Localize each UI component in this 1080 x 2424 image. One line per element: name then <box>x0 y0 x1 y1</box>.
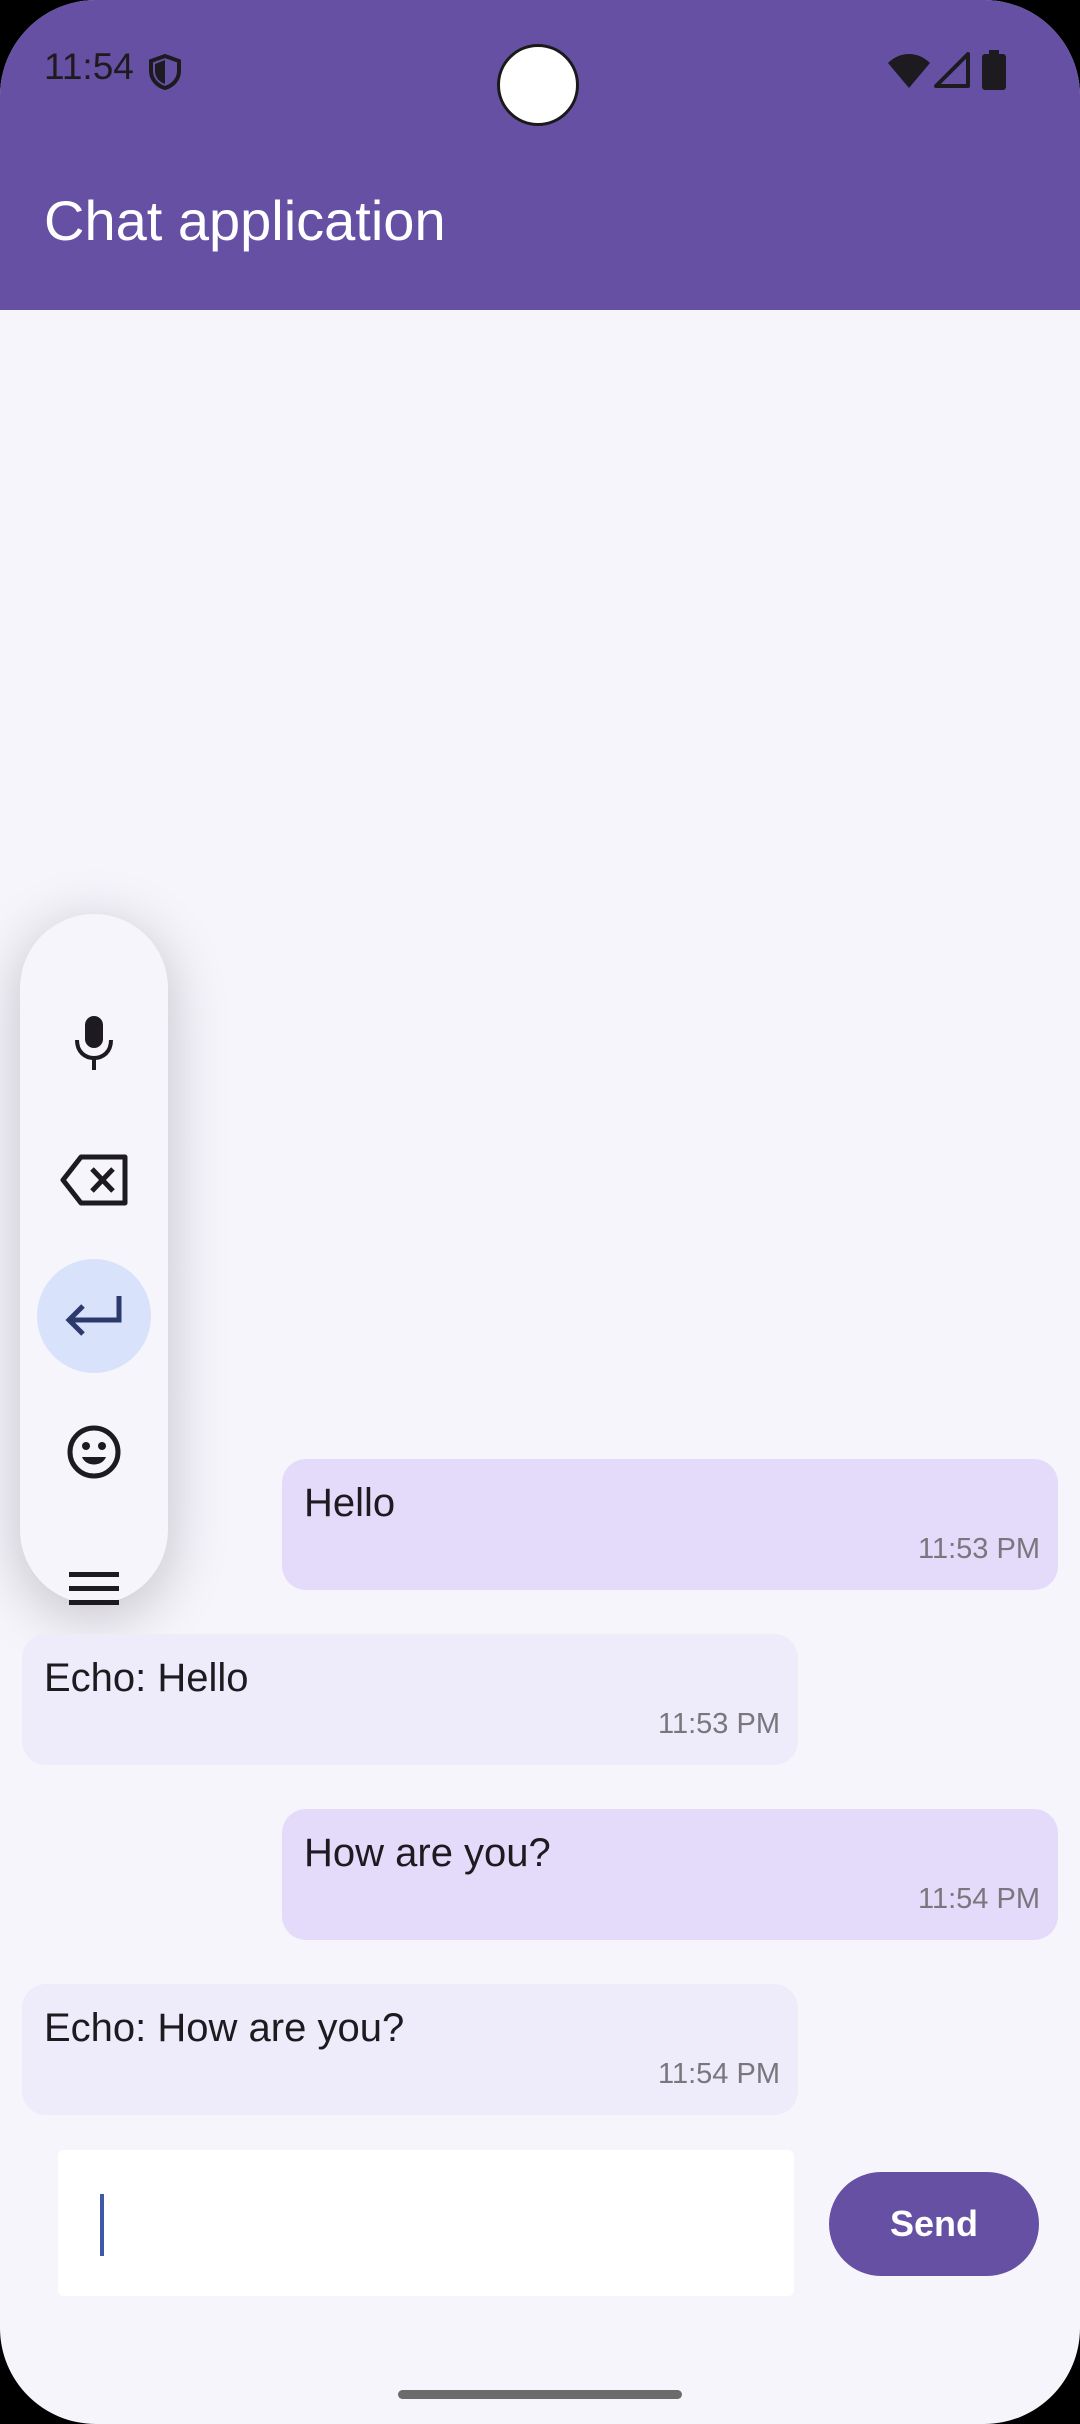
backspace-button[interactable] <box>37 1123 151 1237</box>
text-cursor <box>100 2194 104 2256</box>
signal-icon <box>934 52 970 88</box>
message-text: Echo: How are you? <box>44 2006 405 2050</box>
message-input[interactable] <box>58 2150 794 2296</box>
message-time: 11:54 PM <box>918 1883 1040 1915</box>
app-title: Chat application <box>44 189 446 252</box>
message-text: Hello <box>304 1481 396 1525</box>
message-time: 11:54 PM <box>658 2058 780 2090</box>
backspace-icon <box>60 1154 128 1206</box>
menu-icon <box>69 1572 119 1605</box>
enter-icon <box>65 1296 122 1336</box>
status-bar: 11:54 <box>0 0 1080 140</box>
shield-icon <box>149 54 181 90</box>
wifi-icon <box>888 54 930 88</box>
message-time: 11:53 PM <box>918 1533 1040 1565</box>
battery-icon <box>982 50 1006 90</box>
message-bubble-received: Echo: How are you? 11:54 PM <box>22 1984 798 2115</box>
send-button[interactable]: Send <box>829 2172 1039 2276</box>
message-bubble-received: Echo: Hello 11:53 PM <box>22 1634 798 1765</box>
message-bubble-sent: Hello 11:53 PM <box>282 1459 1058 1590</box>
emoji-button[interactable] <box>37 1395 151 1509</box>
status-time: 11:54 <box>44 46 134 87</box>
message-time: 11:53 PM <box>658 1708 780 1740</box>
phone-screen: 11:54 Chat application Hello 11:53 PM Ec… <box>0 0 1080 2424</box>
message-text: How are you? <box>304 1831 551 1875</box>
menu-button[interactable] <box>37 1531 151 1645</box>
home-indicator[interactable] <box>398 2390 682 2399</box>
microphone-icon <box>75 1016 113 1070</box>
microphone-button[interactable] <box>37 987 151 1101</box>
floating-input-toolbar <box>20 914 168 1605</box>
emoji-icon <box>67 1425 121 1479</box>
front-camera <box>497 44 579 126</box>
message-bubble-sent: How are you? 11:54 PM <box>282 1809 1058 1940</box>
message-text: Echo: Hello <box>44 1656 249 1700</box>
enter-button[interactable] <box>37 1259 151 1373</box>
app-bar: 11:54 Chat application <box>0 0 1080 310</box>
